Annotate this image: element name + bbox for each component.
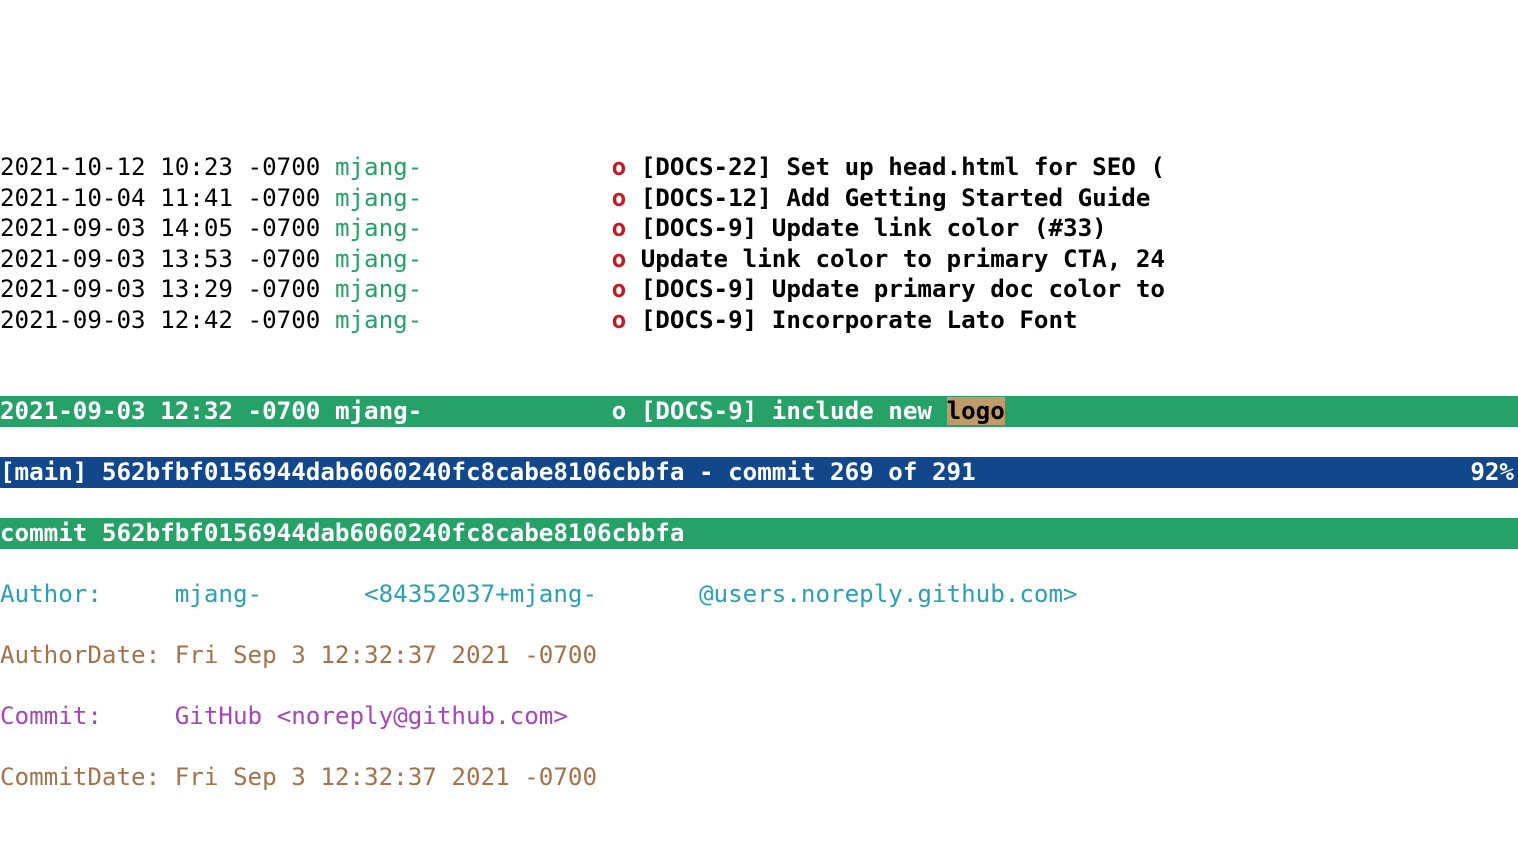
log-row[interactable]: 2021-09-03 14:05 -0700 mjang- o [DOCS-9]… <box>0 213 1518 244</box>
blank-line <box>0 823 1518 853</box>
author-line: Author: mjang- <84352037+mjang- @users.n… <box>0 579 1518 610</box>
log-row[interactable]: 2021-09-03 13:29 -0700 mjang- o [DOCS-9]… <box>0 274 1518 305</box>
status-percent: 92% <box>1470 457 1518 487</box>
commit-date: 2021-09-03 13:29 -0700 <box>0 275 320 303</box>
search-match: logo <box>947 397 1005 425</box>
log-row[interactable]: 2021-09-03 12:42 -0700 mjang- o [DOCS-9]… <box>0 305 1518 336</box>
commit-author: mjang- <box>335 397 422 425</box>
status-text: [main] 562bfbf0156944dab6060240fc8cabe81… <box>0 458 976 486</box>
commit-message: [DOCS-22] Set up head.html for SEO ( <box>641 153 1165 181</box>
graph-node: o <box>612 397 627 425</box>
commit-date: 2021-09-03 14:05 -0700 <box>0 214 320 242</box>
commit-message: [DOCS-9] Incorporate Lato Font <box>641 306 1078 334</box>
author-date-line: AuthorDate: Fri Sep 3 12:32:37 2021 -070… <box>0 640 1518 671</box>
commit-author: mjang- <box>335 153 422 181</box>
commit-author: mjang- <box>335 184 422 212</box>
commit-author: mjang- <box>335 306 422 334</box>
graph-node: o <box>612 275 627 303</box>
graph-node: o <box>612 306 627 334</box>
commit-message: [DOCS-9] Update link color (#33) <box>641 214 1107 242</box>
log-row[interactable]: 2021-10-04 11:41 -0700 mjang- o [DOCS-12… <box>0 183 1518 214</box>
graph-node: o <box>612 184 627 212</box>
graph-node: o <box>612 153 627 181</box>
commit-message: [DOCS-9] Update primary doc color to <box>641 275 1165 303</box>
log-row[interactable]: 2021-10-12 10:23 -0700 mjang- o [DOCS-22… <box>0 152 1518 183</box>
commit-message: [DOCS-9] include new logo <box>641 397 1005 425</box>
graph-node: o <box>612 214 627 242</box>
commit-author: mjang- <box>335 245 422 273</box>
commit-message: [DOCS-12] Add Getting Started Guide <box>641 184 1165 212</box>
commit-author: mjang- <box>335 214 422 242</box>
commit-author: mjang- <box>335 275 422 303</box>
commit-header: commit 562bfbf0156944dab6060240fc8cabe81… <box>0 518 1518 549</box>
commit-date: 2021-10-12 10:23 -0700 <box>0 153 320 181</box>
log-row[interactable]: 2021-09-03 13:53 -0700 mjang- o Update l… <box>0 244 1518 275</box>
graph-node: o <box>612 245 627 273</box>
commit-date-line: CommitDate: Fri Sep 3 12:32:37 2021 -070… <box>0 762 1518 793</box>
commit-date: 2021-09-03 12:32 -0700 <box>0 397 320 425</box>
log-row-selected[interactable]: 2021-09-03 12:32 -0700 mjang- o [DOCS-9]… <box>0 396 1518 427</box>
commit-line: Commit: GitHub <noreply@github.com> <box>0 701 1518 732</box>
commit-date: 2021-09-03 12:42 -0700 <box>0 306 320 334</box>
commit-message: Update link color to primary CTA, 24 <box>641 245 1165 273</box>
status-bar: [main] 562bfbf0156944dab6060240fc8cabe81… <box>0 457 1518 488</box>
commit-date: 2021-10-04 11:41 -0700 <box>0 184 320 212</box>
commit-log[interactable]: 2021-10-12 10:23 -0700 mjang- o [DOCS-22… <box>0 152 1518 335</box>
commit-date: 2021-09-03 13:53 -0700 <box>0 245 320 273</box>
